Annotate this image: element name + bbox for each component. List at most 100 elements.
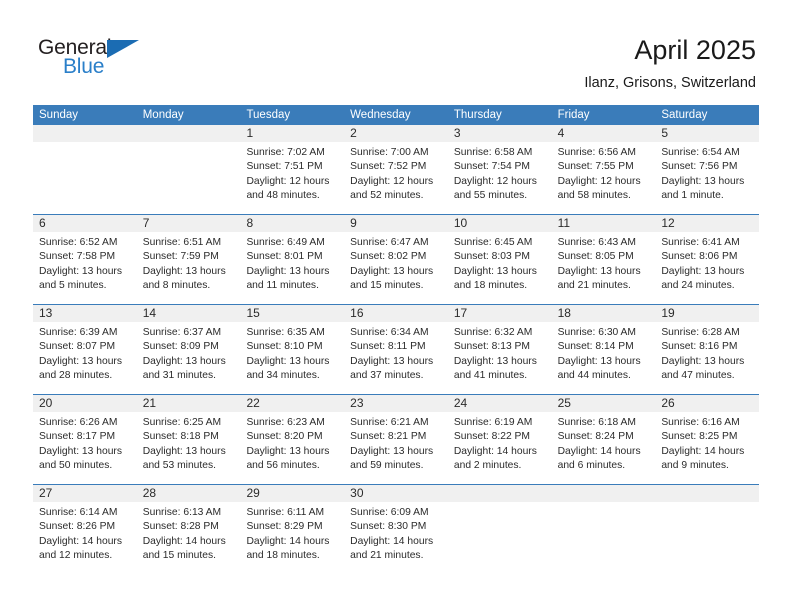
sunrise-text: Sunrise: 6:52 AM [39,237,118,248]
sunrise-text: Sunrise: 6:51 AM [142,237,222,248]
day-cell[interactable]: 14 Sunrise: 6:37 AM Sunset: 8:09 PM Dayligh… [136,305,241,394]
week-row: 20 Sunrise: 6:26 AM Sunset: 8:17 PM Dayligh… [33,394,760,484]
sunrise-text: Sunrise: 6:37 AM [142,327,222,338]
day-cell[interactable]: 29 Sunrise: 6:11 AM Sunset: 8:29 PM Dayligh… [240,485,345,574]
sunset-text: Sunset: 7:59 PM [142,251,219,263]
sunset-text: Sunset: 8:29 PM [246,521,323,533]
sunrise-text: Sunrise: 7:02 AM [246,147,325,158]
day-cell[interactable]: 13 Sunrise: 6:39 AM Sunset: 8:07 PM Dayligh… [33,305,137,394]
day-info: Sunrise: 6:39 AM Sunset: 8:07 PM Daylight:… [33,322,137,384]
day-number: 24 [453,396,468,410]
day-info: Sunrise: 6:49 AM Sunset: 8:01 PM Daylight:… [240,232,344,294]
day-info: Sunrise: 6:56 AM Sunset: 7:55 PM Daylight:… [552,142,656,204]
daylight-text-line1: Daylight: 13 hours [246,355,330,367]
daylight-text-line1: Daylight: 13 hours [142,445,226,457]
daylight-text-line1: Daylight: 13 hours [453,265,537,277]
day-cell[interactable]: 10 Sunrise: 6:45 AM Sunset: 8:03 PM Dayligh… [447,215,552,304]
day-number-strip [136,125,241,142]
sunset-text: Sunset: 8:14 PM [557,341,634,353]
day-cell[interactable]: 15 Sunrise: 6:35 AM Sunset: 8:10 PM Dayligh… [240,305,345,394]
day-cell[interactable]: 3 Sunrise: 6:58 AM Sunset: 7:54 PM Daylight… [447,125,552,214]
day-number-strip: 22 [240,395,345,412]
day-cell[interactable]: 24 Sunrise: 6:19 AM Sunset: 8:22 PM Dayligh… [447,395,552,484]
day-cell[interactable]: 26 Sunrise: 6:16 AM Sunset: 8:25 PM Dayligh… [655,395,760,484]
calendar-grid: Sunday Monday Tuesday Wednesday Thursday Frid… [33,105,760,574]
day-cell[interactable]: 18 Sunrise: 6:30 AM Sunset: 8:14 PM Dayligh… [551,305,656,394]
day-cell[interactable]: 17 Sunrise: 6:32 AM Sunset: 8:13 PM Dayligh… [447,305,552,394]
day-cell[interactable]: 2 Sunrise: 7:00 AM Sunset: 7:52 PM Daylight… [344,125,448,214]
day-info: Sunrise: 6:47 AM Sunset: 8:02 PM Daylight:… [344,232,448,294]
day-info: Sunrise: 7:00 AM Sunset: 7:52 PM Daylight:… [344,142,448,204]
day-number: 28 [142,486,157,500]
sunset-text: Sunset: 7:56 PM [661,161,738,173]
day-info: Sunrise: 6:58 AM Sunset: 7:54 PM Daylight:… [448,142,552,204]
weekday-header-saturday: Saturday [661,109,708,121]
day-info: Sunrise: 6:18 AM Sunset: 8:24 PM Daylight:… [552,412,656,474]
day-info: Sunrise: 6:51 AM Sunset: 7:59 PM Daylight:… [137,232,241,294]
day-cell[interactable]: 22 Sunrise: 6:23 AM Sunset: 8:20 PM Dayligh… [240,395,345,484]
daylight-text-line2: and 11 minutes. [246,280,319,292]
day-cell[interactable]: 11 Sunrise: 6:43 AM Sunset: 8:05 PM Dayligh… [551,215,656,304]
day-number: 18 [557,306,571,320]
sunrise-text: Sunrise: 6:25 AM [142,417,222,428]
sunset-text: Sunset: 8:02 PM [350,251,427,263]
day-number-strip: 13 [33,305,137,322]
day-cell[interactable]: 27 Sunrise: 6:14 AM Sunset: 8:26 PM Dayligh… [33,485,137,574]
day-info: Sunrise: 6:34 AM Sunset: 8:11 PM Daylight:… [344,322,448,384]
sunrise-text: Sunrise: 6:18 AM [557,417,637,428]
day-number-strip: 21 [136,395,241,412]
daylight-text-line2: and 5 minutes. [39,280,107,292]
day-cell[interactable]: 30 Sunrise: 6:09 AM Sunset: 8:30 PM Dayligh… [344,485,448,574]
generalblue-logo[interactable]: General Blue [38,36,158,86]
day-number-strip: 3 [447,125,552,142]
day-number: 6 [39,216,46,230]
sunrise-text: Sunrise: 6:21 AM [350,417,429,428]
day-number-strip: 26 [655,395,760,412]
day-number-strip: 18 [551,305,656,322]
daylight-text-line1: Daylight: 13 hours [39,355,122,367]
day-number: 27 [39,486,53,500]
day-cell[interactable]: 4 Sunrise: 6:56 AM Sunset: 7:55 PM Daylight… [551,125,656,214]
daylight-text-line2: and 53 minutes. [142,460,216,472]
day-cell[interactable]: 6 Sunrise: 6:52 AM Sunset: 7:58 PM Daylight… [33,215,137,304]
day-cell[interactable]: 8 Sunrise: 6:49 AM Sunset: 8:01 PM Daylight… [240,215,345,304]
sunrise-text: Sunrise: 6:16 AM [661,417,740,428]
day-cell[interactable]: 28 Sunrise: 6:13 AM Sunset: 8:28 PM Dayligh… [136,485,241,574]
day-cell[interactable]: 20 Sunrise: 6:26 AM Sunset: 8:17 PM Dayligh… [33,395,137,484]
day-number: 7 [142,216,150,230]
sunrise-text: Sunrise: 6:47 AM [350,237,429,248]
day-cell[interactable]: 1 Sunrise: 7:02 AM Sunset: 7:51 PM Daylight… [240,125,345,214]
page-subtitle: Ilanz, Grisons, Switzerland [584,75,756,91]
sunset-text: Sunset: 8:20 PM [246,431,323,443]
day-cell[interactable]: 23 Sunrise: 6:21 AM Sunset: 8:21 PM Dayligh… [344,395,448,484]
day-cell[interactable]: 9 Sunrise: 6:47 AM Sunset: 8:02 PM Daylight… [344,215,448,304]
daylight-text-line2: and 18 minutes. [453,280,528,292]
day-number-strip: 20 [33,395,137,412]
day-info: Sunrise: 6:11 AM Sunset: 8:29 PM Daylight:… [240,502,344,564]
daylight-text-line1: Daylight: 13 hours [142,355,226,367]
day-number-strip [33,125,137,142]
day-number: 11 [557,216,571,230]
day-cell[interactable]: 5 Sunrise: 6:54 AM Sunset: 7:56 PM Daylight… [655,125,760,214]
weekday-header-monday: Monday [142,109,184,121]
day-cell[interactable]: 16 Sunrise: 6:34 AM Sunset: 8:11 PM Dayligh… [344,305,448,394]
day-number: 15 [246,306,260,320]
day-number-strip: 8 [240,215,345,232]
day-number: 25 [557,396,571,410]
day-cell[interactable]: 19 Sunrise: 6:28 AM Sunset: 8:16 PM Dayligh… [655,305,760,394]
day-cell-empty [136,125,241,214]
day-info: Sunrise: 6:14 AM Sunset: 8:26 PM Daylight:… [33,502,137,564]
sunset-text: Sunset: 8:01 PM [246,251,323,263]
sunrise-text: Sunrise: 6:49 AM [246,237,325,248]
day-number-strip: 16 [344,305,448,322]
day-cell[interactable]: 7 Sunrise: 6:51 AM Sunset: 7:59 PM Daylight… [136,215,241,304]
day-number: 2 [350,126,357,140]
day-cell[interactable]: 25 Sunrise: 6:18 AM Sunset: 8:24 PM Dayligh… [551,395,656,484]
day-number-strip: 11 [551,215,656,232]
daylight-text-line1: Daylight: 12 hours [246,175,330,187]
day-number: 14 [142,306,157,320]
day-cell[interactable]: 12 Sunrise: 6:41 AM Sunset: 8:06 PM Dayligh… [655,215,760,304]
day-cell[interactable]: 21 Sunrise: 6:25 AM Sunset: 8:18 PM Dayligh… [136,395,241,484]
sunrise-text: Sunrise: 6:30 AM [557,327,637,338]
day-number: 26 [661,396,675,410]
